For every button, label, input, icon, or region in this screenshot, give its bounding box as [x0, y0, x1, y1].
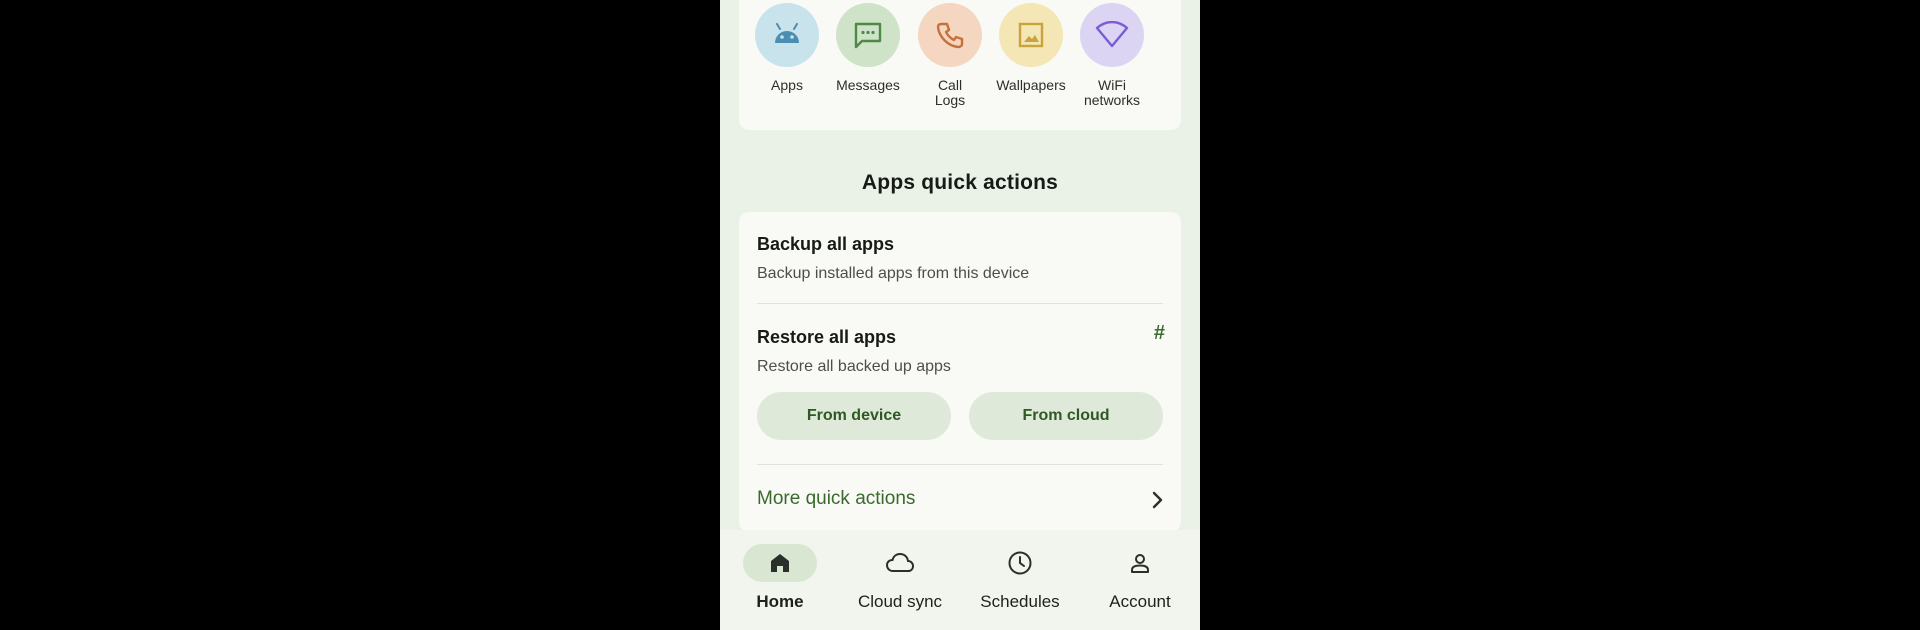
nav-cloud-sync[interactable]: Cloud sync — [840, 544, 960, 612]
message-icon — [836, 3, 900, 67]
account-icon — [1103, 544, 1177, 582]
bottom-navigation: Home Cloud sync Schedules Account — [720, 530, 1200, 630]
category-wifi-networks[interactable]: WiFi networks — [1071, 3, 1153, 108]
backup-subtitle: Backup installed apps from this device — [757, 265, 1030, 282]
from-cloud-button[interactable]: From cloud — [969, 392, 1163, 440]
category-wallpapers[interactable]: Wallpapers — [990, 3, 1072, 93]
nav-home[interactable]: Home — [720, 544, 840, 612]
nav-label: Account — [1109, 592, 1171, 611]
from-device-button[interactable]: From device — [757, 392, 951, 440]
backup-title: Backup all apps — [757, 234, 895, 254]
restore-title: Restore all apps — [757, 327, 897, 347]
divider — [757, 303, 1163, 304]
category-messages[interactable]: Messages — [827, 3, 909, 93]
category-apps[interactable]: Apps — [746, 3, 828, 93]
nav-account[interactable]: Account — [1080, 544, 1200, 612]
clock-icon — [983, 544, 1057, 582]
image-icon — [999, 3, 1063, 67]
category-label: Messages — [836, 77, 900, 93]
divider — [757, 464, 1163, 465]
wifi-icon — [1080, 3, 1144, 67]
hash-icon[interactable]: # — [1154, 322, 1165, 345]
category-label: Wallpapers — [996, 77, 1066, 93]
more-quick-actions-label: More quick actions — [757, 488, 916, 509]
cloud-icon — [863, 544, 937, 582]
category-label: Apps — [771, 77, 803, 93]
phone-icon — [918, 3, 982, 67]
category-call-logs[interactable]: Call Logs — [909, 3, 991, 108]
quick-actions-card: Backup all apps Backup installed apps fr… — [739, 212, 1181, 532]
nav-schedules[interactable]: Schedules — [960, 544, 1080, 612]
section-title: Apps quick actions — [861, 171, 1059, 194]
chevron-right-icon — [1147, 490, 1167, 515]
nav-label: Cloud sync — [857, 592, 943, 611]
restore-subtitle: Restore all backed up apps — [757, 358, 951, 375]
nav-label: Schedules — [980, 592, 1060, 611]
nav-label: Home — [756, 592, 804, 611]
backup-categories-card: Apps Messages Call Logs Wallpapers WiFi … — [739, 0, 1181, 130]
home-icon — [743, 544, 817, 582]
android-icon — [755, 3, 819, 67]
category-label: WiFi networks — [1083, 77, 1141, 108]
app-screen: Apps Messages Call Logs Wallpapers WiFi … — [720, 0, 1200, 630]
category-label: Call Logs — [934, 77, 966, 108]
